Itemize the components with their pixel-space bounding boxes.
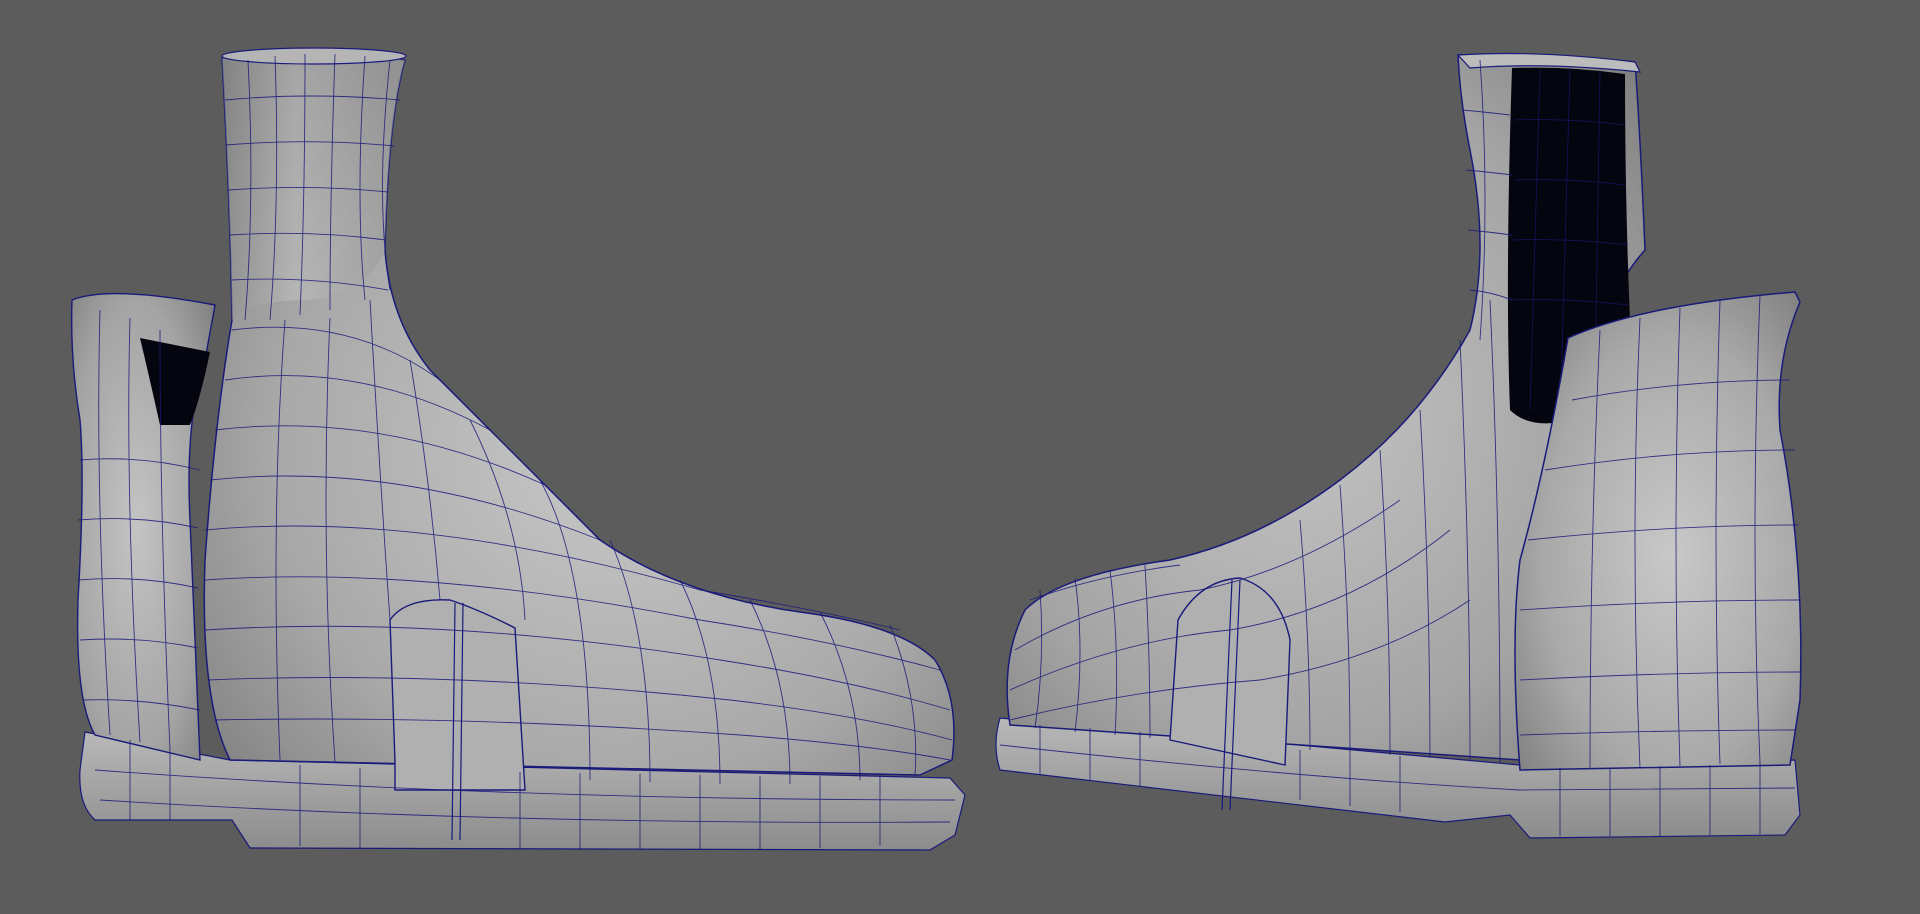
3d-viewport[interactable]	[0, 0, 1920, 914]
boot-left-model[interactable]	[70, 47, 966, 851]
boot-right-pull-tab[interactable]	[1169, 577, 1291, 766]
boot-left-top-rim	[221, 47, 407, 65]
boot-right-model[interactable]	[995, 52, 1802, 839]
viewport-canvas[interactable]	[0, 0, 1920, 914]
